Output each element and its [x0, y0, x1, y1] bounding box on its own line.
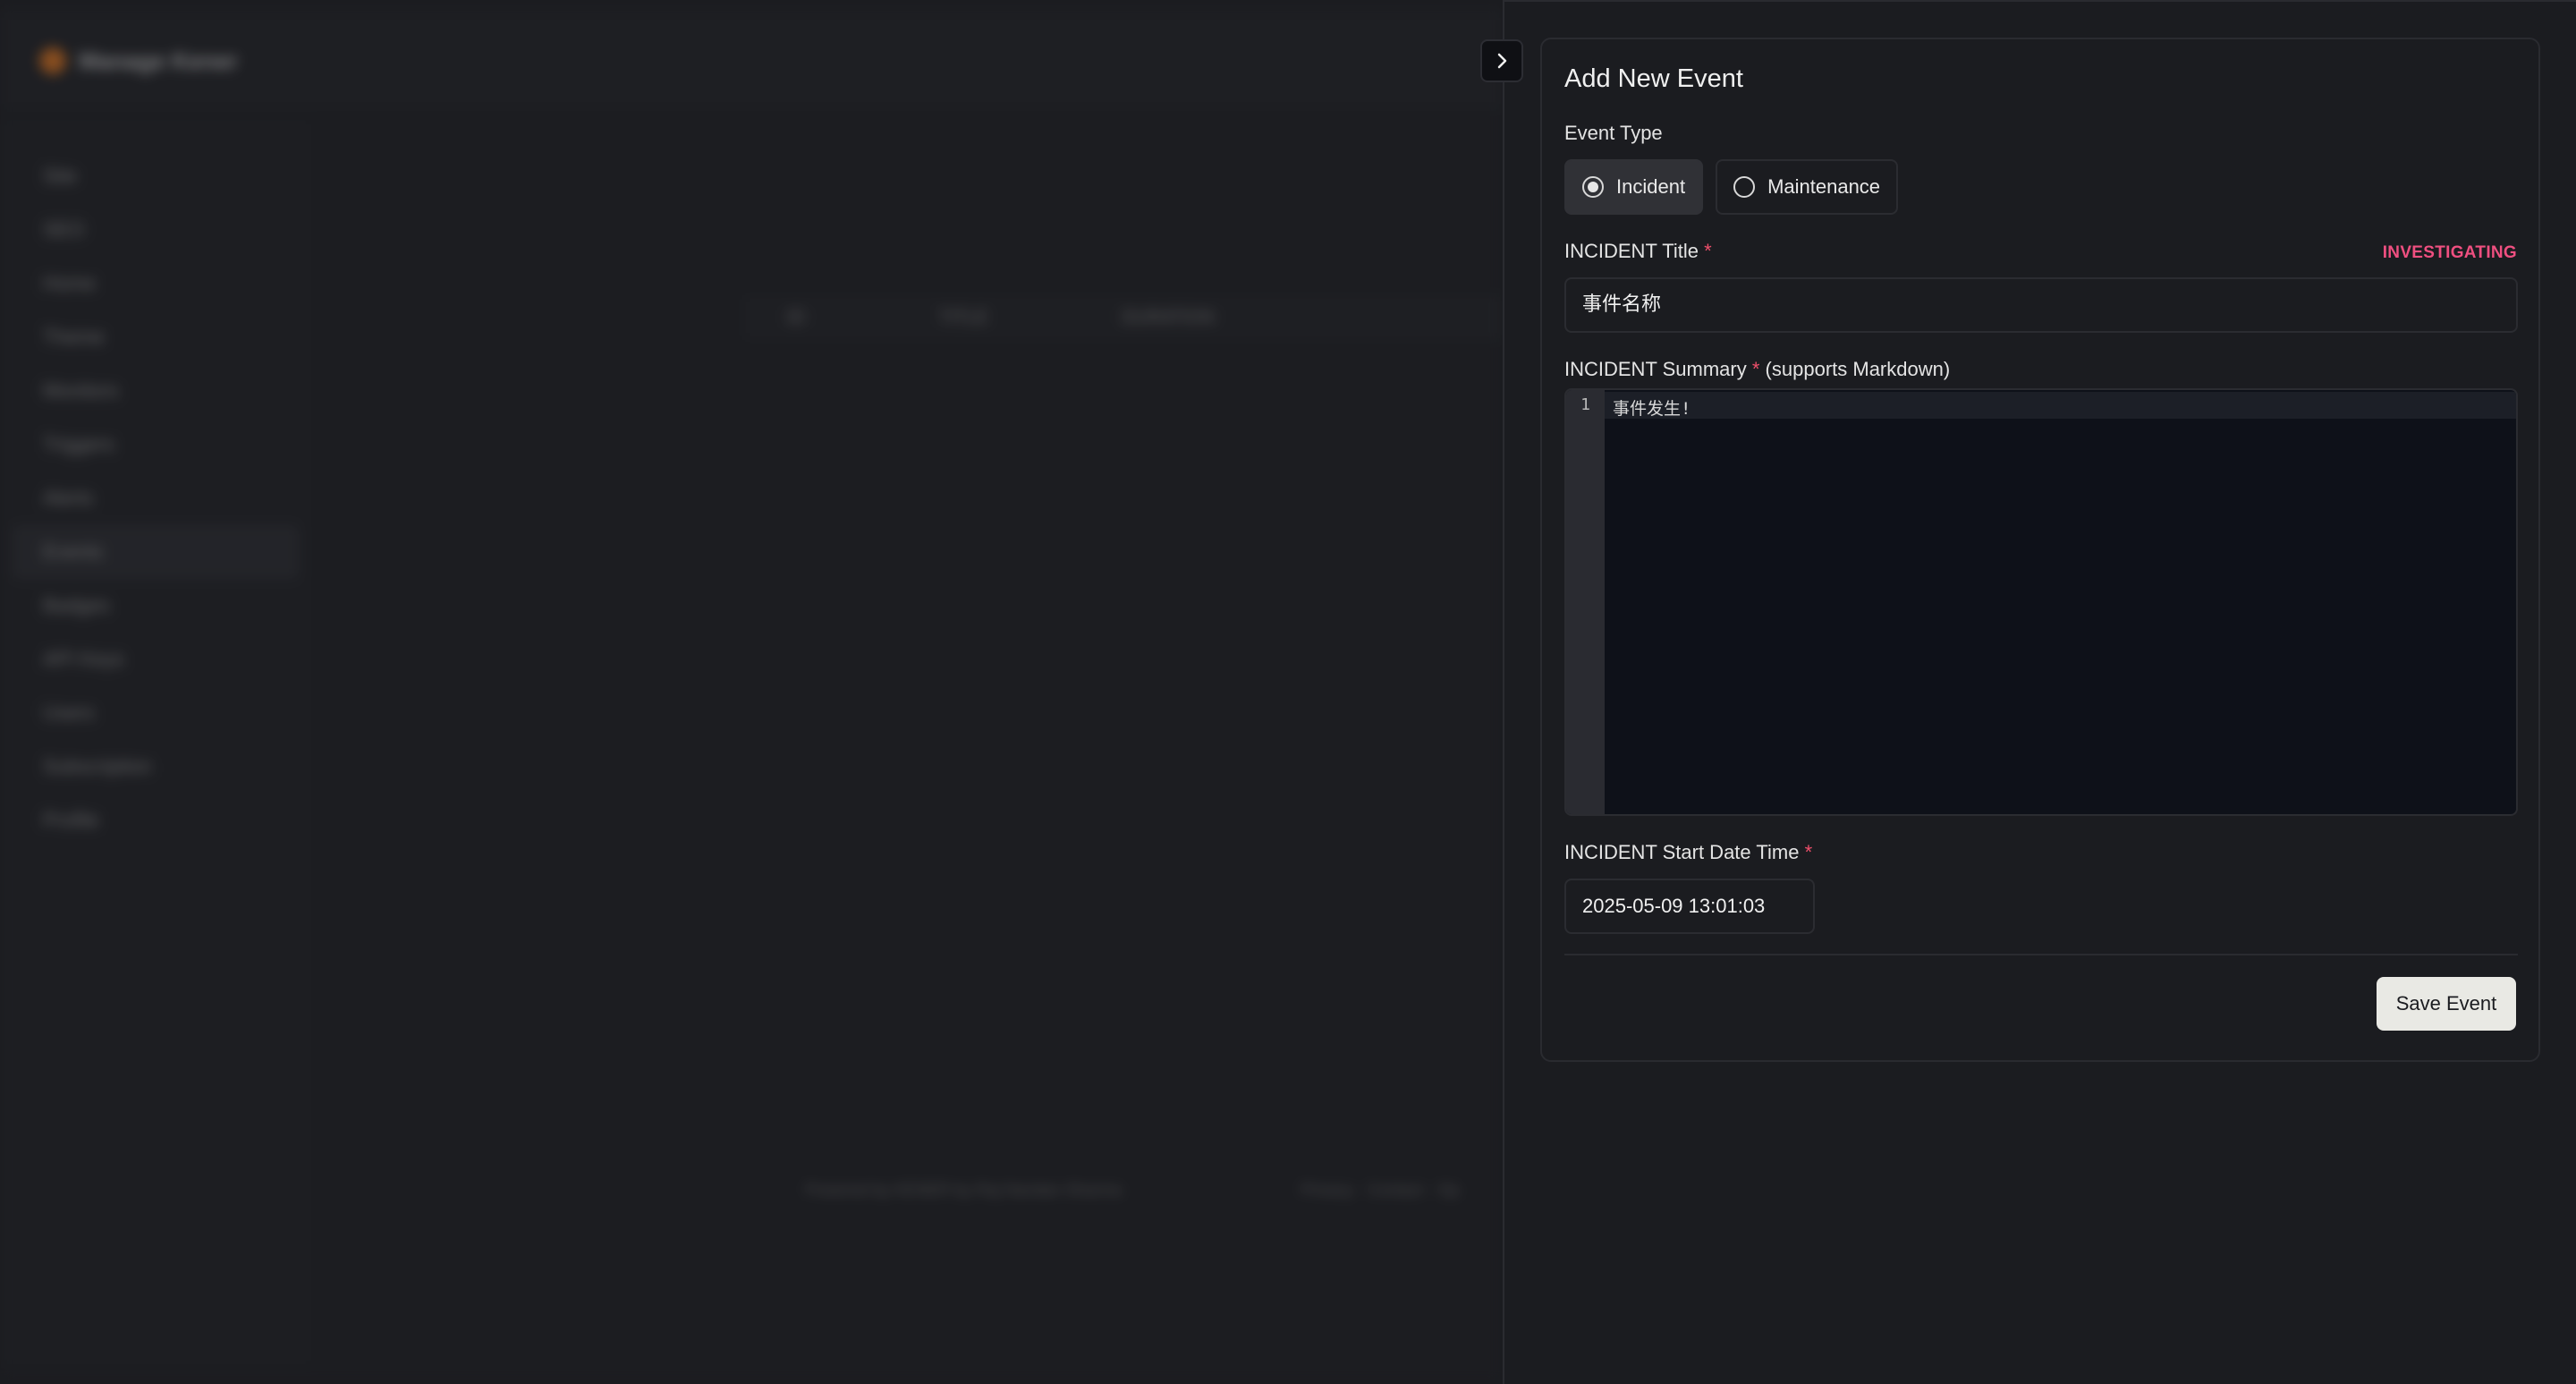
bg-sidebar-item: API Keys	[43, 648, 124, 670]
status-badge: INVESTIGATING	[2382, 243, 2517, 262]
bg-col-id: ID	[787, 307, 805, 327]
collapse-drawer-button[interactable]	[1480, 39, 1523, 82]
bg-col-title: TITLE	[939, 307, 988, 327]
editor-gutter: 1	[1566, 390, 1605, 814]
bg-footer-credit: Powered by KENER by Raj Nandan Sharma	[805, 1181, 1123, 1199]
bg-col-duration: DURATION	[1122, 307, 1215, 327]
drawer-top-border	[1504, 0, 2576, 2]
radio-maintenance-label: Maintenance	[1767, 175, 1881, 198]
required-marker: *	[1704, 240, 1712, 262]
bg-sidebar-item: Badges	[43, 594, 110, 616]
radio-checked-icon	[1582, 176, 1604, 198]
blurred-background: Manage Kener Site SEO Home Theme Monitor…	[0, 0, 1503, 1384]
event-type-radio-group: Incident Maintenance	[1564, 159, 1899, 215]
bg-sidebar-item: Alerts	[43, 487, 94, 509]
form-divider	[1564, 954, 2518, 955]
add-event-form: Add New Event Event Type Incident Mainte…	[1540, 38, 2540, 1062]
incident-title-label: INCIDENT Title *	[1564, 240, 1712, 263]
event-type-label: Event Type	[1564, 122, 1663, 144]
required-marker: *	[1804, 841, 1813, 863]
bg-sidebar-item: Subscription	[43, 755, 152, 777]
bg-sidebar-item: Home	[43, 272, 96, 294]
markdown-hint: (supports Markdown)	[1765, 358, 1951, 380]
radio-incident[interactable]: Incident	[1564, 159, 1704, 215]
line-number: 1	[1580, 395, 1590, 414]
bg-sidebar-item: Theme	[43, 326, 105, 348]
bg-sidebar-item: Site	[43, 165, 77, 187]
logo-icon	[39, 47, 66, 74]
bg-sidebar-item-active: Events	[13, 525, 299, 579]
bg-sidebar-item: Monitors	[43, 379, 119, 402]
app-root: Manage Kener Site SEO Home Theme Monitor…	[0, 0, 2576, 1384]
bg-footer: Powered by KENER by Raj Nandan Sharma Pr…	[805, 1181, 1503, 1208]
incident-title-input[interactable]: 事件名称	[1564, 277, 2518, 333]
save-event-button[interactable]: Save Event	[2377, 977, 2516, 1031]
radio-incident-label: Incident	[1616, 175, 1686, 198]
form-title: Add New Event	[1564, 64, 1743, 93]
incident-start-label-text: INCIDENT Start Date Time	[1564, 841, 1800, 863]
bg-sidebar: Site SEO Home Theme Monitors Triggers Al…	[0, 121, 311, 1364]
chevron-right-icon	[1497, 53, 1507, 69]
summary-markdown-editor[interactable]: 1 事件发生!	[1564, 388, 2518, 816]
bg-topbar: Manage Kener	[0, 13, 1503, 109]
bg-sidebar-item: SEO	[43, 218, 85, 241]
incident-summary-label: INCIDENT Summary * (supports Markdown)	[1564, 358, 1950, 381]
required-marker: *	[1751, 358, 1760, 380]
incident-title-label-text: INCIDENT Title	[1564, 240, 1699, 262]
incident-start-label: INCIDENT Start Date Time *	[1564, 841, 1812, 864]
bg-footer-links: Privacy · Contact · Op	[1301, 1181, 1460, 1199]
bg-table-header: ID TITLE DURATION	[742, 295, 1503, 340]
start-datetime-input[interactable]: 2025-05-09 13:01:03	[1564, 879, 1815, 934]
radio-unchecked-icon	[1733, 176, 1756, 198]
incident-summary-label-text: INCIDENT Summary	[1564, 358, 1747, 380]
bg-sidebar-item: Users	[43, 701, 95, 724]
active-line-highlight	[1605, 392, 2516, 419]
bg-sidebar-item: Triggers	[43, 433, 114, 455]
bg-sidebar-item: Profile	[43, 809, 99, 831]
bg-brand-name: Manage Kener	[79, 47, 238, 74]
radio-maintenance[interactable]: Maintenance	[1716, 159, 1899, 215]
editor-content[interactable]: 事件发生!	[1613, 395, 1690, 420]
